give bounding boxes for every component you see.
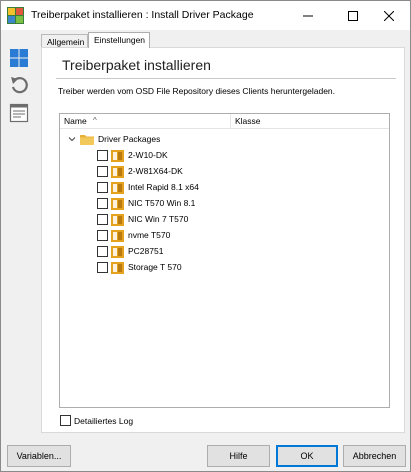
item-checkbox[interactable] [97, 229, 108, 241]
item-checkbox[interactable] [97, 165, 108, 177]
maximize-icon [348, 10, 358, 21]
item-label: 2-W10-DK [128, 150, 168, 160]
item-label: nvme T570 [128, 230, 171, 240]
undo-button[interactable] [9, 75, 29, 95]
item-checkbox[interactable] [97, 197, 108, 209]
baramundi-logo-icon [7, 7, 24, 24]
item-label: Intel Rapid 8.1 x64 [128, 182, 199, 192]
left-toolbar [1, 30, 37, 430]
title-bar: Treiberpaket installieren : Install Driv… [1, 1, 410, 30]
package-icon [111, 229, 124, 242]
item-checkbox[interactable] [97, 261, 108, 273]
package-icon [111, 197, 124, 210]
item-label: 2-W81X64-DK [128, 166, 183, 176]
button-bar: Variablen... Hilfe OK Abbrechen [1, 435, 410, 471]
help-button[interactable]: Hilfe [207, 445, 270, 467]
item-label: NIC T570 Win 8.1 [128, 198, 196, 208]
tree-root-node[interactable]: Driver Packages [68, 132, 160, 146]
tree-item[interactable]: Storage T 570 [97, 260, 182, 274]
package-icon [111, 261, 124, 274]
detailed-log-checkbox[interactable] [60, 415, 71, 426]
folder-icon [80, 134, 94, 145]
detailed-log-label: Detailiertes Log [74, 415, 134, 426]
properties-icon [9, 103, 29, 123]
properties-button[interactable] [9, 103, 29, 123]
item-label: Storage T 570 [128, 262, 182, 272]
close-icon [384, 10, 394, 21]
package-icon [111, 149, 124, 162]
package-icon [111, 245, 124, 258]
minimize-icon [303, 15, 313, 16]
driver-package-tree[interactable]: Name ^ Klasse Driver Packages 2-W10-DK 2… [59, 113, 390, 408]
tree-root-label: Driver Packages [98, 134, 161, 144]
dialog-window: Treiberpaket installieren : Install Driv… [0, 0, 411, 472]
column-header-name[interactable]: Name [64, 116, 87, 126]
description-text: Treiber werden vom OSD File Repository d… [58, 86, 336, 96]
tab-allgemein[interactable]: Allgemein [41, 34, 88, 48]
chevron-down-icon[interactable] [68, 135, 76, 143]
package-icon [111, 165, 124, 178]
title-divider [56, 78, 396, 79]
settings-panel: Treiberpaket installieren Treiber werden… [41, 47, 405, 433]
item-checkbox[interactable] [97, 245, 108, 257]
cancel-button[interactable]: Abbrechen [343, 445, 406, 467]
tree-item[interactable]: Intel Rapid 8.1 x64 [97, 180, 199, 194]
tree-item[interactable]: NIC T570 Win 8.1 [97, 196, 195, 210]
tree-column-header: Name ^ Klasse [60, 114, 389, 129]
page-title: Treiberpaket installieren [62, 57, 211, 73]
windows-grid-icon [10, 49, 28, 67]
package-icon [111, 213, 124, 226]
tree-item[interactable]: 2-W10-DK [97, 148, 168, 162]
package-icon [111, 181, 124, 194]
windows-view-button[interactable] [9, 48, 29, 68]
sort-ascending-icon: ^ [93, 116, 97, 125]
tree-item[interactable]: NIC Win 7 T570 [97, 212, 188, 226]
variables-button[interactable]: Variablen... [7, 445, 71, 467]
item-label: PC28751 [128, 246, 164, 256]
undo-icon [11, 77, 28, 94]
minimize-button[interactable] [286, 1, 330, 30]
column-divider[interactable] [230, 114, 231, 129]
tree-item[interactable]: 2-W81X64-DK [97, 164, 183, 178]
close-button[interactable] [367, 1, 411, 30]
tab-einstellungen[interactable]: Einstellungen [88, 32, 150, 48]
item-checkbox[interactable] [97, 213, 108, 225]
window-title: Treiberpaket installieren : Install Driv… [31, 9, 254, 21]
item-checkbox[interactable] [97, 149, 108, 161]
tree-item[interactable]: PC28751 [97, 244, 163, 258]
ok-button[interactable]: OK [276, 445, 338, 467]
detailed-log-option[interactable]: Detailiertes Log [60, 415, 133, 426]
column-header-klasse[interactable]: Klasse [235, 116, 261, 126]
tree-item[interactable]: nvme T570 [97, 228, 170, 242]
item-label: NIC Win 7 T570 [128, 214, 189, 224]
item-checkbox[interactable] [97, 181, 108, 193]
